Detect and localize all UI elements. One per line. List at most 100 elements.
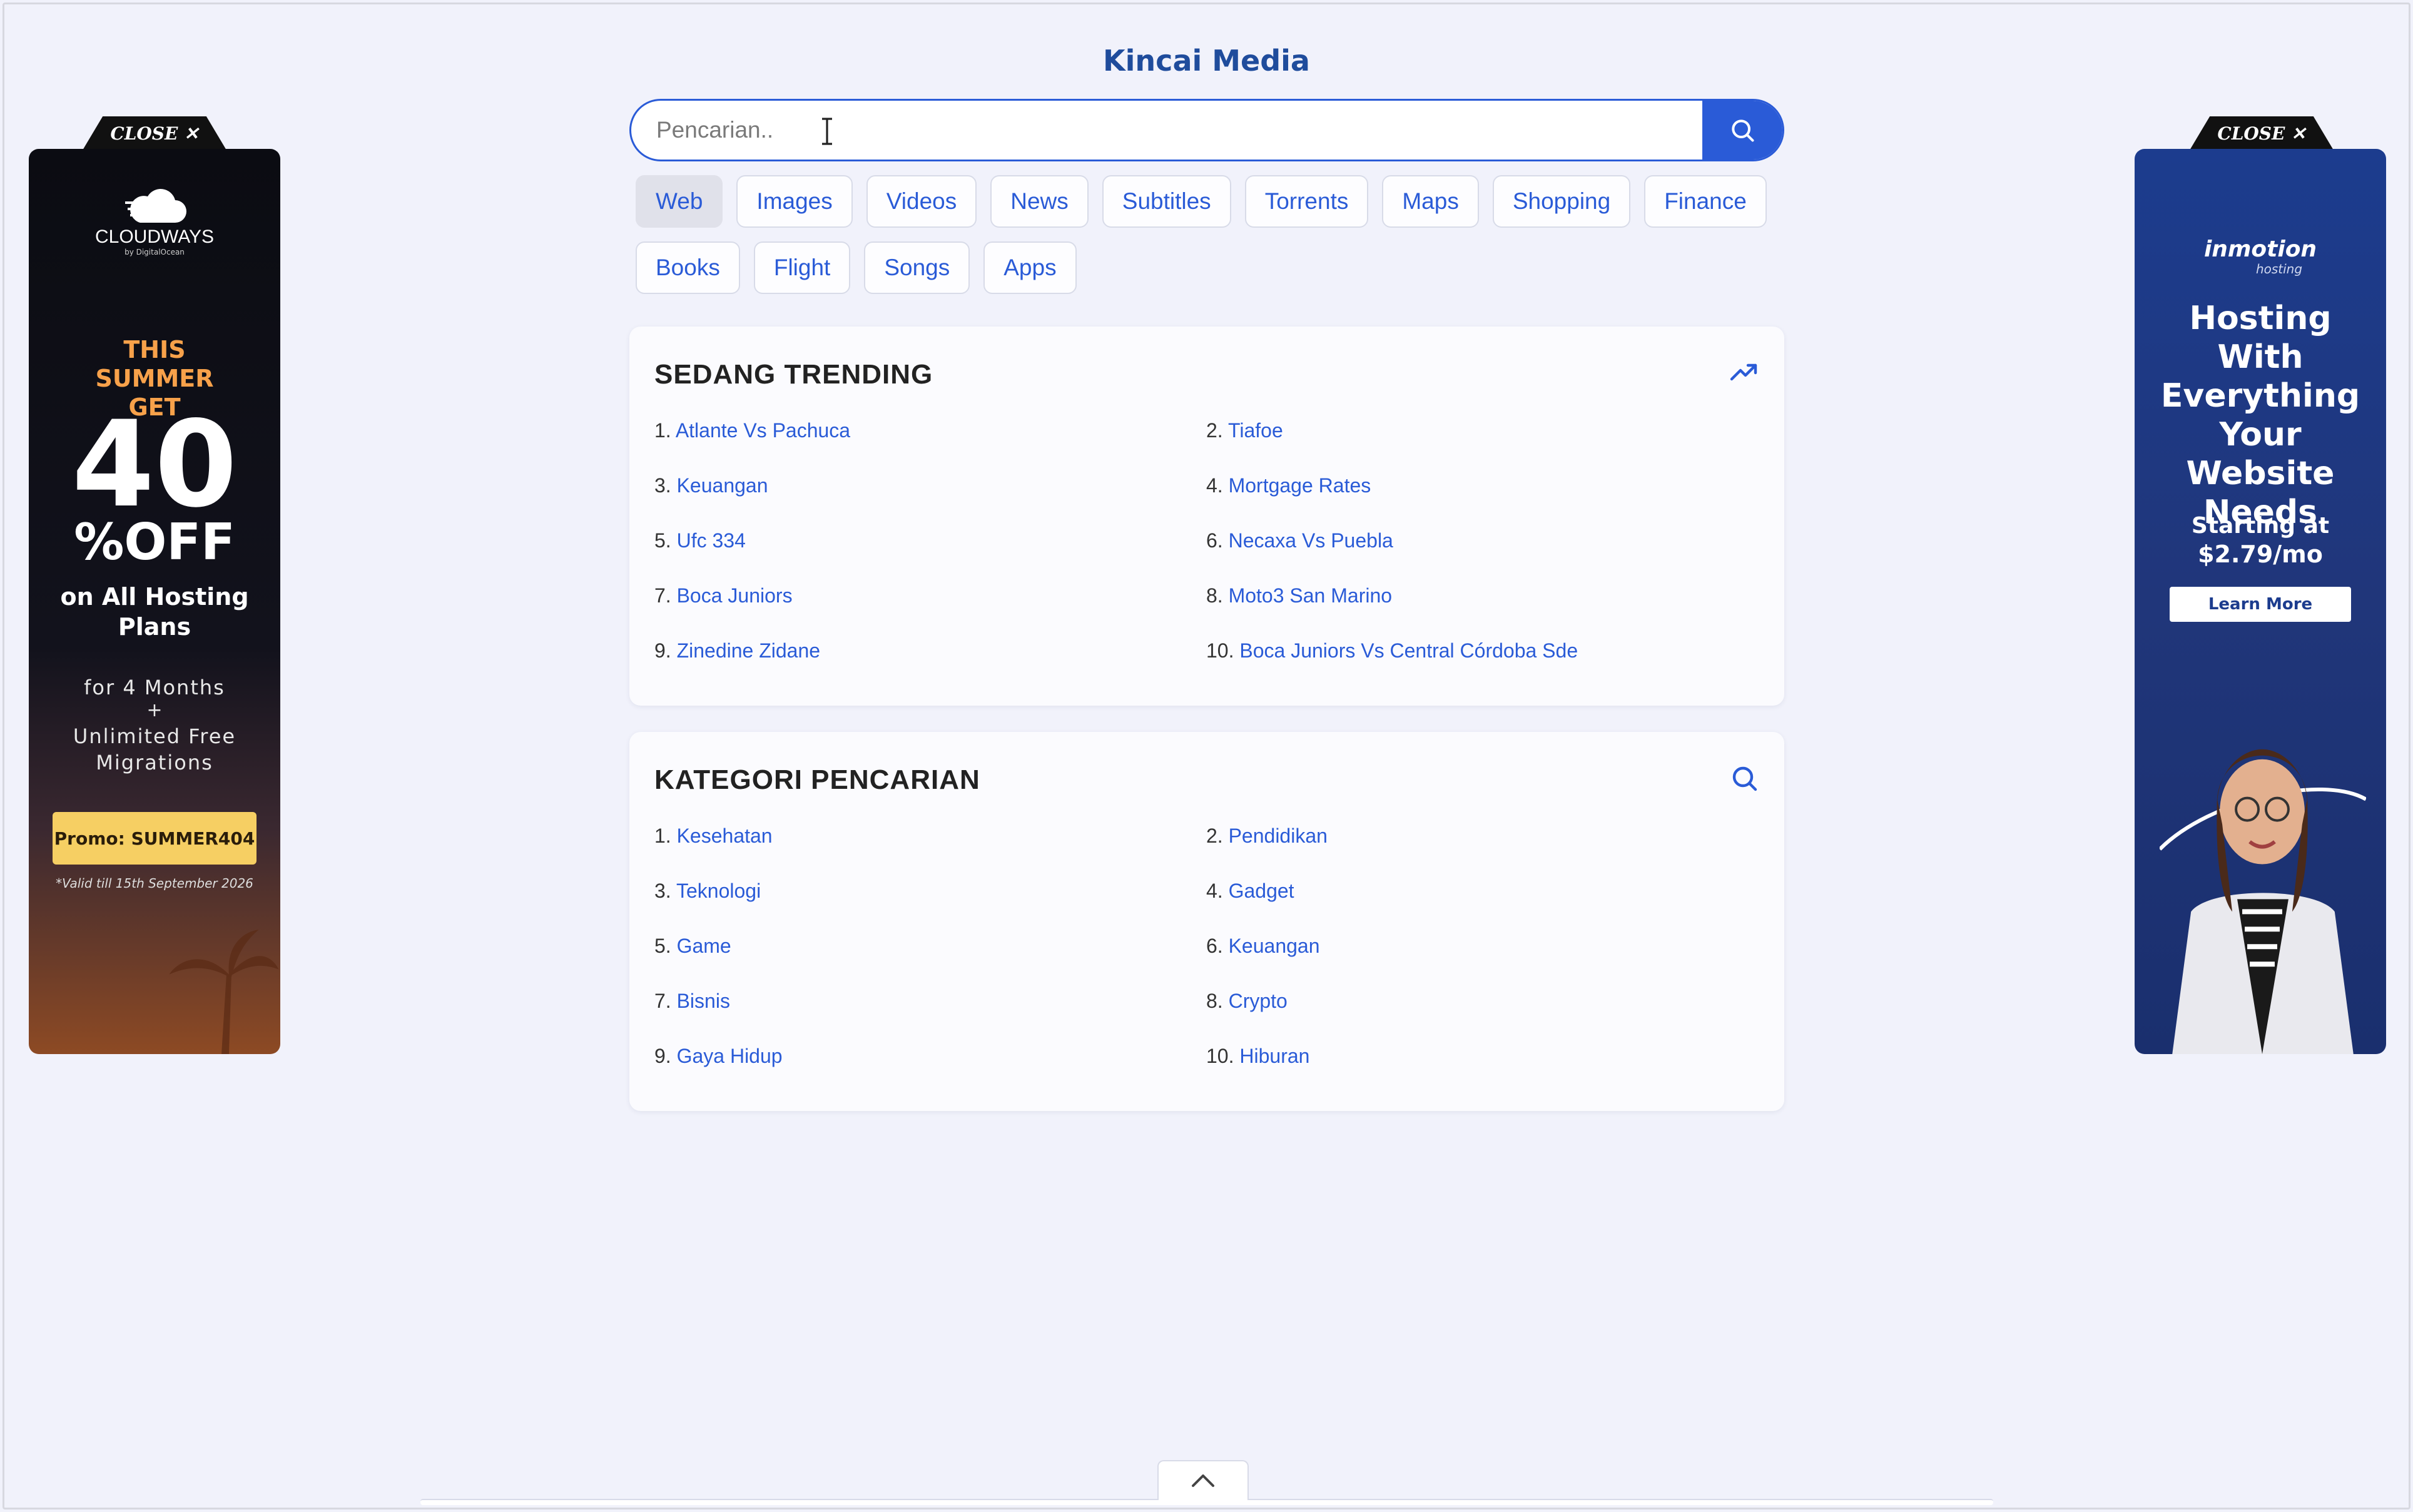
trending-list: 1. Atlante Vs Pachuca 2. Tiafoe 3. Keuan… (654, 419, 1762, 663)
list-item: 2. Tiafoe (1206, 419, 1758, 443)
item-number: 4. (1206, 474, 1223, 497)
list-item: 2. Pendidikan (1206, 824, 1758, 848)
item-number: 7. (654, 990, 671, 1012)
list-item: 4. Gadget (1206, 880, 1758, 903)
tab-web[interactable]: Web (636, 175, 723, 228)
tab-apps[interactable]: Apps (983, 241, 1077, 294)
close-ad-right-button[interactable]: CLOSE ✕ (2190, 116, 2334, 150)
list-item: 8. Crypto (1206, 990, 1758, 1013)
item-number: 10. (1206, 1045, 1234, 1067)
ad-promo-code: Promo: SUMMER404 (53, 812, 257, 865)
ad-plans: on All Hosting Plans (60, 583, 249, 641)
list-item: 5. Ufc 334 (654, 529, 1206, 553)
list-item: 1. Kesehatan (654, 824, 1206, 848)
list-item: 10. Boca Juniors Vs Central Córdoba Sde (1206, 639, 1758, 663)
ad-plus: + (146, 699, 163, 721)
category-link[interactable]: Keuangan (1229, 935, 1320, 957)
list-item: 4. Mortgage Rates (1206, 474, 1758, 498)
item-number: 10. (1206, 639, 1234, 662)
list-item: 6. Keuangan (1206, 935, 1758, 958)
list-item: 10. Hiburan (1206, 1045, 1758, 1068)
ad-banner-left[interactable]: CLOUDWAYS by DigitalOcean THIS SUMMER GE… (29, 149, 280, 1054)
palm-tree-icon (169, 929, 279, 1054)
trending-link[interactable]: Keuangan (677, 474, 768, 497)
ad-off: %OFF (74, 513, 235, 571)
category-link[interactable]: Kesehatan (677, 824, 773, 847)
item-number: 3. (654, 474, 671, 497)
category-link[interactable]: Gaya Hidup (677, 1045, 783, 1067)
tab-books[interactable]: Books (636, 241, 740, 294)
tab-images[interactable]: Images (736, 175, 853, 228)
item-number: 4. (1206, 880, 1223, 902)
close-ad-left-button[interactable]: CLOSE ✕ (83, 116, 226, 150)
search-button[interactable] (1702, 101, 1782, 160)
list-item: 1. Atlante Vs Pachuca (654, 419, 1206, 443)
trending-link[interactable]: Ufc 334 (677, 529, 746, 552)
ad-learn-more-button[interactable]: Learn More (2170, 587, 2351, 622)
category-link[interactable]: Bisnis (677, 990, 730, 1012)
category-link[interactable]: Game (677, 935, 731, 957)
search-type-tabs: Web Images Videos News Subtitles Torrent… (636, 175, 1787, 294)
categories-card: KATEGORI PENCARIAN 1. Kesehatan 2. Pendi… (629, 732, 1784, 1111)
tab-videos[interactable]: Videos (866, 175, 977, 228)
trending-link[interactable]: Boca Juniors Vs Central Córdoba Sde (1239, 639, 1578, 662)
item-number: 1. (654, 419, 671, 442)
category-link[interactable]: Pendidikan (1229, 824, 1328, 847)
list-item: 9. Gaya Hidup (654, 1045, 1206, 1068)
trending-link[interactable]: Moto3 San Marino (1229, 584, 1392, 607)
tab-subtitles[interactable]: Subtitles (1102, 175, 1231, 228)
list-item: 9. Zinedine Zidane (654, 639, 1206, 663)
item-number: 9. (654, 639, 671, 662)
item-number: 8. (1206, 990, 1223, 1012)
tab-flight[interactable]: Flight (753, 241, 851, 294)
categories-list: 1. Kesehatan 2. Pendidikan 3. Teknologi … (654, 824, 1762, 1068)
ad-banner-right[interactable]: inmotion hosting Hosting With Everything… (2135, 149, 2386, 1054)
categories-title: KATEGORI PENCARIAN (654, 764, 980, 795)
item-number: 6. (1206, 529, 1223, 552)
search-icon (1732, 119, 1754, 142)
list-item: 5. Game (654, 935, 1206, 958)
tab-songs[interactable]: Songs (864, 241, 970, 294)
list-item: 7. Bisnis (654, 990, 1206, 1013)
category-link[interactable]: Teknologi (676, 880, 761, 902)
ad-months: for 4 Months (84, 676, 225, 699)
tab-torrents[interactable]: Torrents (1244, 175, 1369, 228)
scroll-to-top-button[interactable] (1157, 1460, 1249, 1500)
search-input[interactable] (631, 101, 1702, 160)
list-item: 3. Teknologi (654, 880, 1206, 903)
list-item: 8. Moto3 San Marino (1206, 584, 1758, 608)
ad-brand-sub: by DigitalOcean (124, 248, 185, 256)
ad-migrations: Unlimited Free Migrations (73, 724, 236, 774)
ad-price-line2: $2.79/mo (2198, 540, 2323, 568)
category-link[interactable]: Hiburan (1239, 1045, 1309, 1067)
trending-link[interactable]: Zinedine Zidane (677, 639, 820, 662)
trending-link[interactable]: Mortgage Rates (1229, 474, 1371, 497)
search-icon (1732, 766, 1757, 791)
trending-link[interactable]: Boca Juniors (677, 584, 793, 607)
ad-brand-sub: hosting (2255, 261, 2303, 277)
trending-link[interactable]: Necaxa Vs Puebla (1229, 529, 1393, 552)
trending-link[interactable]: Tiafoe (1228, 419, 1283, 442)
ad-big-number: 40 (71, 395, 238, 534)
search-bar (629, 99, 1784, 161)
ad-headline: Hosting With Everything Your Website Nee… (2160, 300, 2360, 531)
list-item: 3. Keuangan (654, 474, 1206, 498)
trending-title: SEDANG TRENDING (654, 359, 933, 390)
trending-up-icon (1730, 363, 1757, 381)
list-item: 7. Boca Juniors (654, 584, 1206, 608)
item-number: 2. (1206, 419, 1223, 442)
chevron-up-icon (1192, 1474, 1214, 1487)
item-number: 9. (654, 1045, 671, 1067)
trending-link[interactable]: Atlante Vs Pachuca (676, 419, 850, 442)
tab-shopping[interactable]: Shopping (1492, 175, 1631, 228)
item-number: 5. (654, 529, 671, 552)
tab-news[interactable]: News (990, 175, 1089, 228)
tab-finance[interactable]: Finance (1644, 175, 1767, 228)
category-link[interactable]: Crypto (1229, 990, 1288, 1012)
ad-price-line1: Starting at (2191, 513, 2330, 539)
item-number: 6. (1206, 935, 1223, 957)
tab-maps[interactable]: Maps (1382, 175, 1479, 228)
category-link[interactable]: Gadget (1229, 880, 1294, 902)
ad-brand: CLOUDWAYS (94, 226, 215, 247)
ad-brand: inmotion (2203, 236, 2317, 262)
